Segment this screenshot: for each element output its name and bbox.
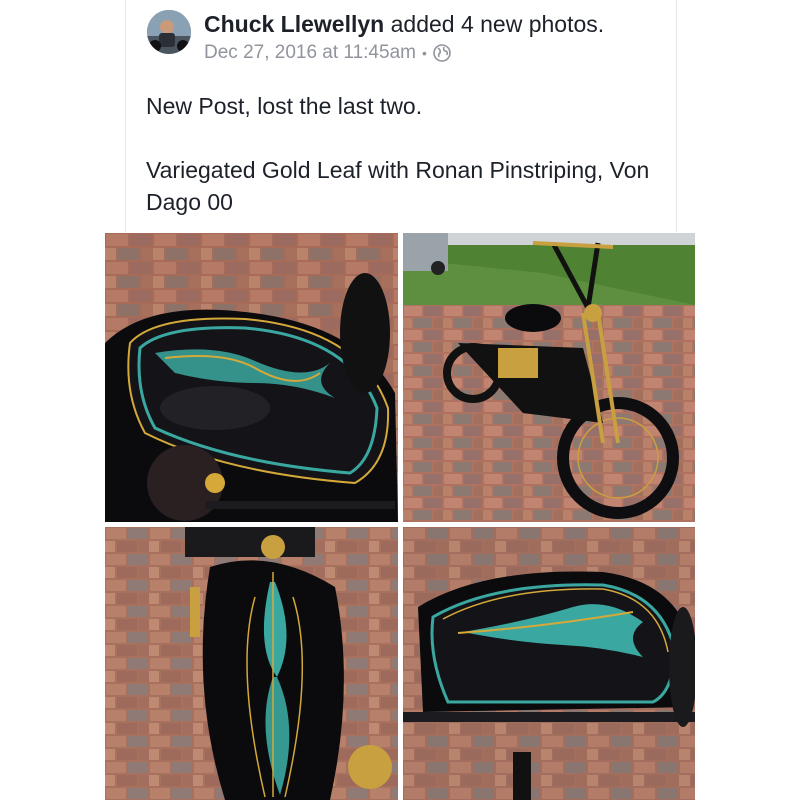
post-timestamp[interactable]: Dec 27, 2016 at 11:45am [204,42,416,64]
author-name[interactable]: Chuck Llewellyn [204,11,384,37]
meta-separator: • [421,45,427,61]
post-action: added 4 new photos. [390,11,605,37]
post-card: Chuck Llewellyn added 4 new photos. Dec … [125,0,677,232]
post-meta: Dec 27, 2016 at 11:45am • [204,42,451,64]
avatar[interactable] [147,10,191,54]
post-text-line: Variegated Gold Leaf with Ronan Pinstrip… [146,157,650,215]
photo-fender-closeup[interactable] [105,233,398,522]
post-text: New Post, lost the last two. Variegated … [146,90,656,218]
photo-fender-side[interactable] [403,527,695,800]
photo-motorcycle-side[interactable] [403,233,695,522]
photo-gas-tank[interactable] [105,527,398,800]
post-header: Chuck Llewellyn added 4 new photos. [204,11,604,38]
globe-icon[interactable] [433,44,451,62]
post-text-line: New Post, lost the last two. [146,93,423,119]
